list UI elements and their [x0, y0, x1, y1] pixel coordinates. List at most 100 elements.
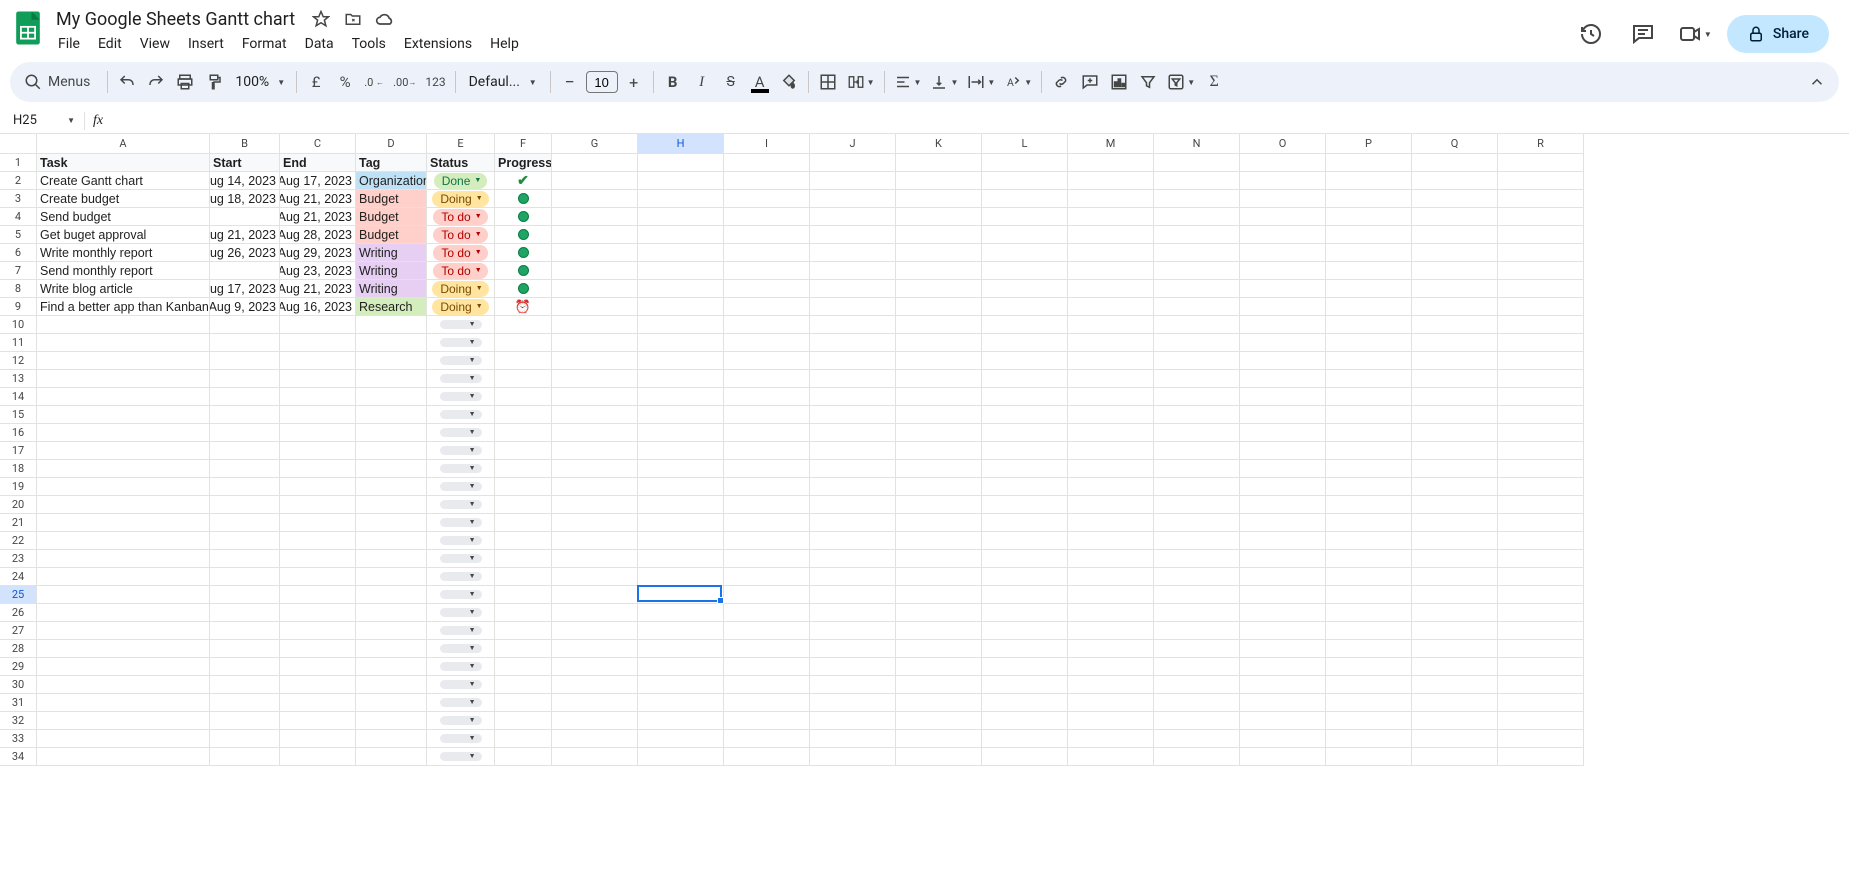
cell[interactable] [638, 568, 724, 586]
cell[interactable] [724, 190, 810, 208]
cell[interactable] [280, 424, 356, 442]
cell[interactable] [896, 262, 982, 280]
cell[interactable] [552, 298, 638, 316]
select-all-corner[interactable] [0, 134, 37, 154]
cell[interactable] [1240, 640, 1326, 658]
cell[interactable] [356, 586, 427, 604]
cell[interactable]: Write blog article [37, 280, 210, 298]
cell[interactable] [210, 496, 280, 514]
cell[interactable]: ▼ [427, 568, 495, 586]
formula-bar[interactable] [111, 110, 1847, 132]
cell[interactable] [1498, 712, 1584, 730]
cell[interactable] [280, 352, 356, 370]
cell[interactable]: Writing [356, 280, 427, 298]
functions-button[interactable]: Σ [1200, 68, 1228, 96]
cell[interactable] [37, 586, 210, 604]
cell[interactable] [638, 334, 724, 352]
cell[interactable] [1412, 496, 1498, 514]
cell[interactable] [1498, 730, 1584, 748]
row-header-33[interactable]: 33 [0, 730, 37, 748]
font-select[interactable]: Defaul...▼ [461, 74, 545, 90]
row-header-2[interactable]: 2 [0, 172, 37, 190]
cell[interactable] [724, 208, 810, 226]
cell[interactable] [1154, 262, 1240, 280]
cell[interactable] [210, 262, 280, 280]
cell[interactable] [552, 586, 638, 604]
col-header-C[interactable]: C [280, 134, 356, 154]
cell[interactable] [552, 334, 638, 352]
cell[interactable] [896, 532, 982, 550]
cell[interactable] [1498, 190, 1584, 208]
cell[interactable] [810, 316, 896, 334]
cell[interactable] [552, 604, 638, 622]
cell[interactable] [37, 730, 210, 748]
cell[interactable] [1498, 226, 1584, 244]
col-header-I[interactable]: I [724, 134, 810, 154]
cell[interactable] [552, 514, 638, 532]
cell[interactable] [1154, 532, 1240, 550]
cell[interactable] [1326, 460, 1412, 478]
cell[interactable] [810, 334, 896, 352]
cell[interactable] [896, 316, 982, 334]
cell[interactable] [810, 694, 896, 712]
cell[interactable] [495, 352, 552, 370]
cell[interactable] [1498, 514, 1584, 532]
col-header-M[interactable]: M [1068, 134, 1154, 154]
cell[interactable] [210, 514, 280, 532]
cell[interactable]: Research [356, 298, 427, 316]
cell[interactable] [982, 352, 1068, 370]
cell[interactable] [37, 424, 210, 442]
cell[interactable]: ⏰ [495, 298, 552, 316]
paint-format-button[interactable] [200, 68, 228, 96]
cell[interactable] [552, 568, 638, 586]
cell[interactable] [495, 712, 552, 730]
cell[interactable] [552, 316, 638, 334]
cell[interactable] [495, 730, 552, 748]
cell[interactable] [1498, 658, 1584, 676]
cell[interactable] [1068, 352, 1154, 370]
cell[interactable] [356, 478, 427, 496]
cell[interactable]: To do ▼ [427, 208, 495, 226]
cell[interactable] [495, 748, 552, 766]
status-chip[interactable]: Doing ▼ [432, 191, 488, 207]
cell[interactable] [982, 586, 1068, 604]
status-chip[interactable]: To do ▼ [433, 245, 487, 261]
cell[interactable] [552, 712, 638, 730]
menu-help[interactable]: Help [482, 32, 527, 56]
row-header-6[interactable]: 6 [0, 244, 37, 262]
cell[interactable] [638, 190, 724, 208]
cell[interactable] [724, 334, 810, 352]
row-header-26[interactable]: 26 [0, 604, 37, 622]
cell[interactable] [1240, 532, 1326, 550]
col-header-O[interactable]: O [1240, 134, 1326, 154]
cell[interactable] [982, 280, 1068, 298]
cell[interactable] [1326, 586, 1412, 604]
cell[interactable] [638, 244, 724, 262]
cell[interactable] [37, 550, 210, 568]
cell[interactable] [552, 658, 638, 676]
cell[interactable] [810, 190, 896, 208]
cell[interactable] [724, 568, 810, 586]
cell[interactable]: ▼ [427, 406, 495, 424]
cell[interactable] [896, 334, 982, 352]
cell[interactable] [982, 190, 1068, 208]
cell[interactable]: Doing ▼ [427, 280, 495, 298]
cell[interactable]: Task [37, 154, 210, 172]
filter-views-button[interactable]: ▼ [1163, 68, 1199, 96]
cell[interactable] [638, 658, 724, 676]
cell[interactable] [1154, 658, 1240, 676]
cell[interactable] [210, 460, 280, 478]
cell[interactable] [1240, 496, 1326, 514]
cell[interactable] [210, 424, 280, 442]
format-123-button[interactable]: 123 [421, 68, 449, 96]
cell[interactable] [1240, 748, 1326, 766]
cell[interactable] [1068, 514, 1154, 532]
cell[interactable] [982, 226, 1068, 244]
cell[interactable] [280, 550, 356, 568]
zoom-select[interactable]: 100%▼ [229, 74, 291, 90]
cell[interactable] [280, 460, 356, 478]
cell[interactable] [210, 352, 280, 370]
cell[interactable] [495, 316, 552, 334]
cell[interactable] [37, 316, 210, 334]
print-button[interactable] [171, 68, 199, 96]
